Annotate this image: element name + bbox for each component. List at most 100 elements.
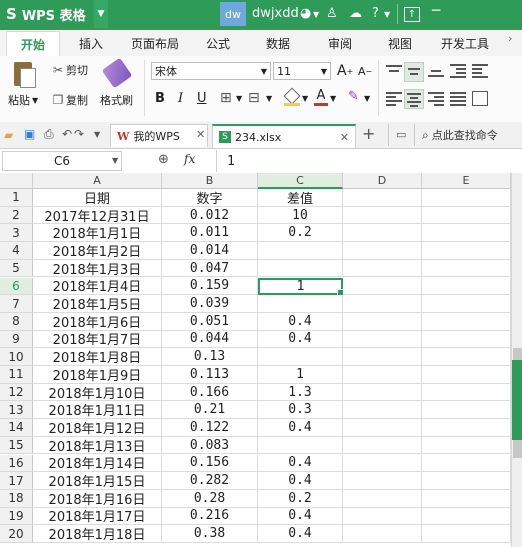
column-header-a[interactable]: A	[33, 173, 162, 189]
cell-d15[interactable]	[343, 436, 422, 455]
align-middle-icon[interactable]	[404, 62, 424, 82]
cut-button[interactable]: ✂ 剪切	[50, 62, 88, 78]
cell-d7[interactable]	[343, 295, 422, 313]
cell-e11[interactable]	[422, 366, 511, 384]
row-header[interactable]: 9	[0, 330, 33, 349]
close-tab-icon[interactable]: ✕	[196, 128, 205, 141]
cell-d12[interactable]	[343, 383, 422, 402]
cell-a8[interactable]: 2018年1月6日	[33, 312, 162, 331]
cell-e14[interactable]	[422, 419, 511, 437]
cell-b19[interactable]: 0.216	[162, 507, 258, 526]
italic-button[interactable]: I	[178, 91, 183, 106]
cell-a5[interactable]: 2018年1月3日	[33, 259, 162, 278]
cell-b14[interactable]: 0.122	[162, 419, 258, 437]
cell-d16[interactable]	[343, 454, 422, 473]
cell-c13[interactable]: 0.3	[258, 401, 343, 420]
cell-e7[interactable]	[422, 295, 511, 313]
tab-formula[interactable]: 公式	[196, 32, 240, 54]
cloud-icon[interactable]: ☁	[349, 6, 362, 21]
cell-a9[interactable]: 2018年1月7日	[33, 330, 162, 349]
cell-d4[interactable]	[343, 242, 422, 260]
tab-developer[interactable]: 开发工具	[432, 32, 498, 54]
cell-d14[interactable]	[343, 419, 422, 437]
cell-d20[interactable]	[343, 525, 422, 543]
row-header[interactable]: 7	[0, 295, 33, 313]
cell-c12[interactable]: 1.3	[258, 383, 343, 402]
cell-b13[interactable]: 0.21	[162, 401, 258, 420]
cell-e2[interactable]	[422, 206, 511, 225]
fill-dropdown-icon[interactable]: ▼	[302, 94, 308, 103]
cell-e6[interactable]	[422, 277, 511, 296]
row-header[interactable]: 19	[0, 507, 33, 526]
cell-d1[interactable]	[343, 189, 422, 207]
cell-c9[interactable]: 0.4	[258, 330, 343, 349]
app-menu-dropdown-button[interactable]: ▼	[94, 0, 108, 28]
cell-e20[interactable]	[422, 525, 511, 543]
formula-input[interactable]: 1	[216, 150, 522, 172]
fill-color-icon[interactable]	[283, 87, 301, 106]
paste-icon[interactable]	[10, 60, 38, 90]
username[interactable]: dwjxdd	[252, 6, 299, 21]
cell-d2[interactable]	[343, 206, 422, 225]
row-header[interactable]: 16	[0, 454, 33, 473]
justify-icon[interactable]	[450, 92, 466, 106]
grow-font-button[interactable]: A +	[337, 63, 353, 79]
cell-a13[interactable]: 2018年1月11日	[33, 401, 162, 420]
cell-b15[interactable]: 0.083	[162, 436, 258, 455]
font-name-select[interactable]: 宋体 ▼	[151, 62, 271, 80]
cell-a10[interactable]: 2018年1月8日	[33, 348, 162, 366]
row-header[interactable]: 8	[0, 312, 33, 331]
cell-c1[interactable]: 差值	[258, 189, 343, 207]
cell-a20[interactable]: 2018年1月18日	[33, 525, 162, 543]
font-color-dropdown-icon[interactable]: ▼	[330, 94, 336, 103]
print-preview-icon[interactable]: ⎙	[44, 127, 54, 142]
align-center-icon[interactable]	[404, 89, 424, 109]
row-header[interactable]: 14	[0, 419, 33, 437]
tab-my-wps[interactable]: W 我的WPS	[110, 124, 208, 147]
undo-icon[interactable]: ↶	[62, 127, 72, 141]
skin-icon[interactable]: ◕	[300, 6, 311, 21]
cell-d17[interactable]	[343, 472, 422, 490]
cell-c4[interactable]	[258, 242, 343, 260]
select-all-corner[interactable]	[0, 173, 33, 189]
row-header[interactable]: 15	[0, 436, 33, 455]
cell-d18[interactable]	[343, 489, 422, 508]
underline-button[interactable]: U	[197, 91, 207, 106]
cell-e1[interactable]	[422, 189, 511, 207]
row-header[interactable]: 13	[0, 401, 33, 420]
cell-a3[interactable]: 2018年1月1日	[33, 224, 162, 243]
cell-e16[interactable]	[422, 454, 511, 473]
copy-button[interactable]: ❐ 复制	[50, 92, 88, 108]
cell-c18[interactable]: 0.2	[258, 489, 343, 508]
bold-button[interactable]: B	[155, 91, 165, 106]
cell-b3[interactable]: 0.011	[162, 224, 258, 243]
cell-b4[interactable]: 0.014	[162, 242, 258, 260]
cell-c11[interactable]: 1	[258, 366, 343, 384]
cell-a2[interactable]: 2017年12月31日	[33, 206, 162, 225]
cell-b1[interactable]: 数字	[162, 189, 258, 207]
align-right-icon[interactable]	[428, 92, 444, 106]
cell-a16[interactable]: 2018年1月14日	[33, 454, 162, 473]
cell-a17[interactable]: 2018年1月15日	[33, 472, 162, 490]
tab-home[interactable]: 开始	[6, 31, 60, 57]
align-left-icon[interactable]	[386, 92, 402, 106]
format-painter-button[interactable]: 格式刷	[100, 92, 133, 108]
cell-a6[interactable]: 2018年1月4日	[33, 277, 162, 296]
clear-dropdown-icon[interactable]: ▼	[364, 94, 370, 103]
name-box[interactable]: C6	[2, 151, 122, 171]
cell-a4[interactable]: 2018年1月2日	[33, 242, 162, 260]
row-header[interactable]: 3	[0, 224, 33, 243]
font-color-icon[interactable]: A	[314, 88, 328, 106]
window-icon[interactable]: ▭	[396, 128, 406, 141]
cell-b12[interactable]: 0.166	[162, 383, 258, 402]
cell-c15[interactable]	[258, 436, 343, 455]
cell-e3[interactable]	[422, 224, 511, 243]
cell-e12[interactable]	[422, 383, 511, 402]
shirt-icon[interactable]: ♙	[326, 6, 338, 21]
cell-b9[interactable]: 0.044	[162, 330, 258, 349]
cell-e17[interactable]	[422, 472, 511, 490]
indent-increase-icon[interactable]	[472, 64, 488, 78]
cell-c2[interactable]: 10	[258, 206, 343, 225]
align-top-icon[interactable]	[386, 64, 402, 78]
cell-a7[interactable]: 2018年1月5日	[33, 295, 162, 313]
